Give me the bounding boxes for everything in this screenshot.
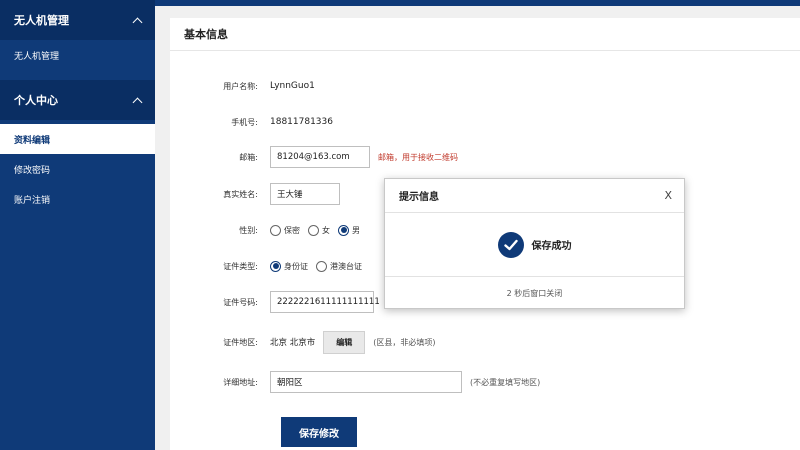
- row-idtype: 证件类型: 身份证 港澳台证: [170, 254, 370, 278]
- idnumber-field-value: 2222221611111111111: [277, 297, 380, 307]
- idregion-hint: (区县，非必填项): [373, 337, 436, 347]
- address-field[interactable]: 朝阳区: [270, 371, 462, 393]
- realname-label: 真实姓名:: [223, 189, 258, 199]
- page-title: 基本信息: [184, 28, 228, 41]
- dialog-body: 保存成功: [385, 213, 684, 277]
- sidebar-item-label: 修改密码: [14, 165, 51, 176]
- sidebar-item-label: 账户注销: [14, 195, 51, 206]
- radio-label: 保密: [284, 225, 300, 235]
- sidebar-item-label: 无人机管理: [14, 51, 60, 62]
- sidebar-group-label: 个人中心: [14, 94, 58, 107]
- sidebar-group-label: 无人机管理: [14, 14, 69, 27]
- row-phone: 手机号: 18811781336: [170, 110, 333, 134]
- sidebar-item-drone-manage[interactable]: 无人机管理: [0, 40, 155, 70]
- username-value: LynnGuo1: [270, 81, 315, 91]
- sidebar-item-label: 资料编辑: [14, 135, 51, 146]
- idnumber-label: 证件号码:: [223, 297, 258, 307]
- row-username: 用户名称: LynnGuo1: [170, 74, 315, 98]
- row-idnumber: 证件号码: 2222221611111111111: [170, 290, 380, 314]
- realname-field-value: 王大锤: [277, 190, 303, 200]
- row-realname: 真实姓名: 王大锤: [170, 182, 340, 206]
- dialog-title: 提示信息: [399, 192, 439, 203]
- row-gender: 性别: 保密 女 男: [170, 218, 368, 242]
- radio-label: 男: [352, 225, 360, 235]
- radio-selected-icon: [270, 260, 281, 272]
- idnumber-field[interactable]: 2222221611111111111: [270, 291, 380, 313]
- check-circle-icon: [497, 231, 524, 258]
- sidebar-item-profile-edit[interactable]: 资料编辑: [0, 124, 155, 154]
- gender-radio-male[interactable]: 男: [338, 224, 360, 236]
- top-bar: [155, 0, 800, 6]
- email-hint: 邮箱，用于接收二维码: [378, 152, 458, 162]
- chevron-up-icon[interactable]: [132, 17, 143, 27]
- radio-label: 港澳台证: [330, 261, 362, 271]
- email-field-value: 81204@163.com: [277, 152, 350, 162]
- sidebar-group-drone[interactable]: 无人机管理: [0, 0, 155, 40]
- phone-value: 18811781336: [270, 117, 333, 127]
- username-label: 用户名称:: [223, 81, 258, 91]
- phone-label: 手机号:: [231, 117, 258, 127]
- row-idregion: 证件地区: 北京 北京市 编辑 (区县，非必填项): [170, 330, 435, 354]
- idtype-radio-idcard[interactable]: 身份证: [270, 260, 308, 272]
- close-icon[interactable]: X: [664, 189, 672, 202]
- address-label: 详细地址:: [223, 377, 258, 387]
- radio-icon: [270, 224, 281, 236]
- sidebar-item-change-password[interactable]: 修改密码: [0, 154, 155, 184]
- email-label: 邮箱:: [239, 152, 258, 162]
- realname-field[interactable]: 王大锤: [270, 183, 340, 205]
- address-hint: (不必重复填写地区): [470, 377, 541, 387]
- dialog-message: 保存成功: [531, 241, 572, 252]
- radio-label: 身份证: [284, 261, 308, 271]
- sidebar-group-personal[interactable]: 个人中心: [0, 80, 155, 120]
- gender-label: 性别:: [239, 225, 258, 235]
- success-dialog: 提示信息 X 保存成功 2 秒后窗口关闭: [384, 178, 685, 309]
- email-field[interactable]: 81204@163.com: [270, 146, 370, 168]
- row-address: 详细地址: 朝阳区 (不必重复填写地区): [170, 370, 540, 394]
- gender-radio-female[interactable]: 女: [308, 224, 330, 236]
- edit-region-button[interactable]: 编辑: [323, 330, 366, 354]
- idtype-radio-hkmt[interactable]: 港澳台证: [316, 260, 362, 272]
- sidebar: 无人机管理 无人机管理 个人中心 资料编辑 修改密码 账户注销: [0, 0, 155, 450]
- dialog-footer: 2 秒后窗口关闭: [506, 288, 563, 298]
- idtype-label: 证件类型:: [223, 261, 258, 271]
- dialog-header: 提示信息 X: [385, 179, 684, 213]
- idregion-label: 证件地区:: [223, 337, 258, 347]
- idregion-value: 北京 北京市: [270, 338, 316, 348]
- radio-icon: [308, 224, 319, 236]
- divider: [170, 50, 800, 51]
- gender-radio-secret[interactable]: 保密: [270, 224, 300, 236]
- radio-selected-icon: [338, 224, 349, 236]
- sidebar-item-account-cancel[interactable]: 账户注销: [0, 184, 155, 214]
- radio-icon: [316, 260, 327, 272]
- chevron-up-icon[interactable]: [132, 97, 143, 107]
- save-button[interactable]: 保存修改: [281, 417, 357, 447]
- radio-label: 女: [322, 225, 330, 235]
- row-email: 邮箱: 81204@163.com 邮箱，用于接收二维码: [170, 145, 458, 169]
- address-field-value: 朝阳区: [277, 378, 303, 388]
